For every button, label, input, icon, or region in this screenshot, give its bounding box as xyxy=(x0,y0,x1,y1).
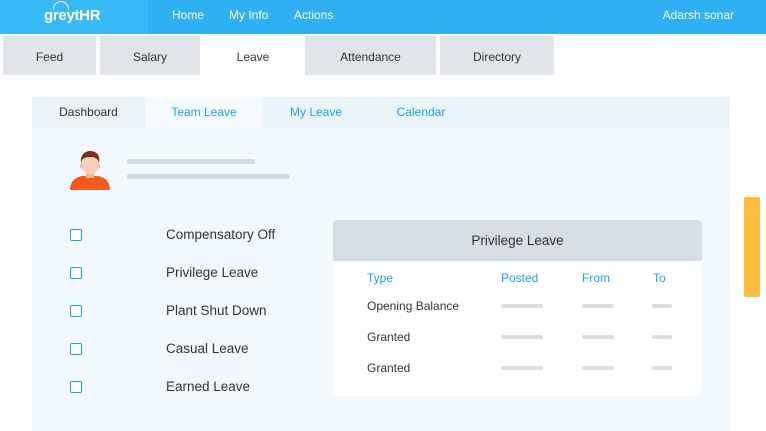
checkbox-plant-shut-down[interactable] xyxy=(70,305,82,317)
sub-tabs: Dashboard Team Leave My Leave Calendar xyxy=(32,97,730,128)
greythr-logo[interactable]: greytHR xyxy=(44,1,101,24)
row-type-granted: Granted xyxy=(367,330,411,344)
logo-area[interactable]: greytHR xyxy=(0,0,148,34)
to-value-placeholder xyxy=(652,366,672,370)
main-tabs: Feed Salary Leave Attendance Directory xyxy=(0,34,766,75)
employee-avatar-icon xyxy=(70,151,110,190)
subtab-calendar[interactable]: Calendar xyxy=(369,97,473,128)
nav-actions[interactable]: Actions xyxy=(294,0,333,34)
employee-detail-placeholder xyxy=(127,174,290,179)
leave-type-casual-leave: Casual Leave xyxy=(166,341,249,356)
card-title: Privilege Leave xyxy=(333,220,702,261)
nav-home[interactable]: Home xyxy=(172,0,204,34)
top-navigation-bar: greytHR Home My Info Actions Adarsh sona… xyxy=(0,0,766,34)
to-value-placeholder xyxy=(652,335,672,339)
column-header-from: From xyxy=(582,271,610,285)
posted-value-placeholder xyxy=(501,304,543,308)
leave-panel: Dashboard Team Leave My Leave Calendar C… xyxy=(32,97,730,431)
logo-leaf-icon xyxy=(53,1,69,10)
subtab-dashboard[interactable]: Dashboard xyxy=(32,97,145,128)
column-header-posted: Posted xyxy=(501,271,539,285)
scrollbar-thumb[interactable] xyxy=(744,197,760,297)
employee-name-placeholder xyxy=(127,159,255,164)
posted-value-placeholder xyxy=(501,335,543,339)
from-value-placeholder xyxy=(582,366,614,370)
tab-feed[interactable]: Feed xyxy=(3,36,96,75)
from-value-placeholder xyxy=(582,304,614,308)
tab-leave[interactable]: Leave xyxy=(204,36,302,75)
tab-directory[interactable]: Directory xyxy=(440,36,554,75)
checkbox-compensatory-off[interactable] xyxy=(70,229,82,241)
privilege-leave-card: Privilege Leave Type Posted From To Open… xyxy=(333,220,702,396)
leave-type-privilege-leave: Privilege Leave xyxy=(166,265,259,280)
to-value-placeholder xyxy=(652,304,672,308)
checkbox-casual-leave[interactable] xyxy=(70,343,82,355)
leave-type-plant-shut-down: Plant Shut Down xyxy=(166,303,267,318)
row-type-granted: Granted xyxy=(367,361,411,375)
subtab-my-leave[interactable]: My Leave xyxy=(263,97,369,128)
subtab-team-leave[interactable]: Team Leave xyxy=(145,97,263,128)
column-header-to: To xyxy=(653,271,666,285)
row-type-opening-balance: Opening Balance xyxy=(367,299,460,313)
posted-value-placeholder xyxy=(501,366,543,370)
tab-attendance[interactable]: Attendance xyxy=(305,36,436,75)
checkbox-privilege-leave[interactable] xyxy=(70,267,82,279)
leave-type-earned-leave: Earned Leave xyxy=(166,379,251,394)
column-header-type: Type xyxy=(367,271,394,285)
checkbox-earned-leave[interactable] xyxy=(70,381,82,393)
tab-salary[interactable]: Salary xyxy=(100,36,200,75)
from-value-placeholder xyxy=(582,335,614,339)
leave-type-compensatory-off: Compensatory Off xyxy=(166,227,276,242)
nav-my-info[interactable]: My Info xyxy=(229,0,268,34)
user-name-menu[interactable]: Adarsh sonar xyxy=(663,0,734,34)
